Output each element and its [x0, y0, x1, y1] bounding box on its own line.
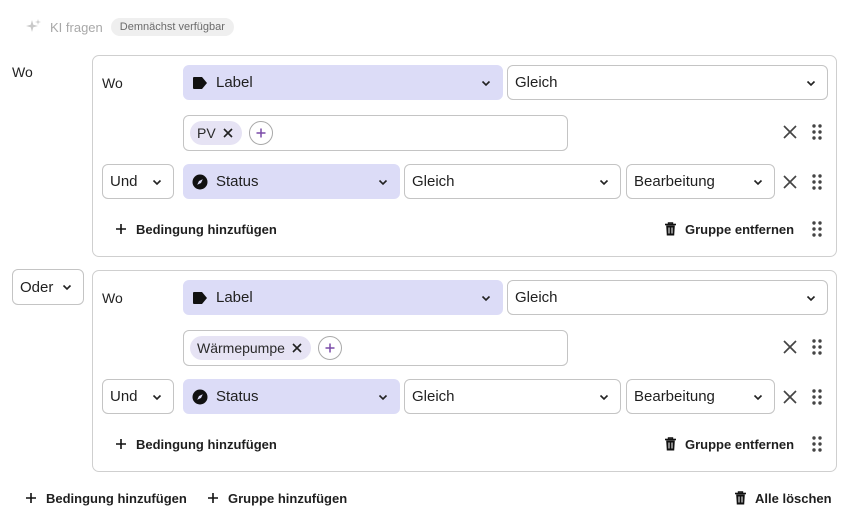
chevron-down-icon: [480, 77, 492, 89]
add-condition-button[interactable]: Bedingung hinzufügen: [114, 219, 277, 239]
operator-select[interactable]: Gleich: [507, 65, 828, 100]
drag-handle-icon[interactable]: [811, 220, 823, 238]
root-where-label: Wo: [12, 64, 33, 80]
chevron-down-icon: [598, 176, 610, 188]
drag-handle-icon[interactable]: [811, 338, 823, 356]
plus-icon: [114, 222, 128, 236]
field-select-text: Status: [216, 173, 259, 190]
drag-handle-icon[interactable]: [811, 435, 823, 453]
tag-chip-label: PV: [197, 125, 216, 141]
label-tag-icon: [192, 290, 208, 306]
close-icon[interactable]: [291, 342, 303, 354]
tag-values-input[interactable]: PV: [183, 115, 568, 151]
field-select-label[interactable]: Label: [183, 65, 503, 100]
remove-group-label: Gruppe entfernen: [685, 221, 795, 237]
footer-add-condition-label: Bedingung hinzufügen: [46, 490, 187, 506]
chevron-down-icon: [377, 391, 389, 403]
connector-select[interactable]: Und: [102, 379, 174, 414]
chevron-down-icon: [598, 391, 610, 403]
value-select-text: Bearbeitung: [634, 173, 715, 190]
coming-soon-badge: Demnächst verfügbar: [110, 18, 234, 36]
drag-handle-icon[interactable]: [811, 173, 823, 191]
connector-select-text: Und: [110, 173, 138, 190]
add-condition-button[interactable]: Bedingung hinzufügen: [114, 434, 277, 454]
close-icon[interactable]: [222, 127, 234, 139]
label-tag-icon: [192, 75, 208, 91]
add-group-label: Gruppe hinzufügen: [228, 490, 348, 506]
connector-select-text: Und: [110, 388, 138, 405]
remove-condition-button[interactable]: [781, 173, 799, 191]
group-connector-text: Oder: [20, 278, 54, 296]
sparkle-icon: [24, 18, 42, 36]
group-connector-select[interactable]: Oder: [12, 269, 84, 305]
chevron-down-icon: [151, 391, 163, 403]
remove-condition-button[interactable]: [781, 123, 799, 141]
operator-select[interactable]: Gleich: [507, 280, 828, 315]
remove-group-button[interactable]: Gruppe entfernen: [663, 219, 794, 239]
clear-all-label: Alle löschen: [755, 490, 832, 506]
tag-chip-label: Wärmepumpe: [197, 340, 285, 356]
chevron-down-icon: [377, 176, 389, 188]
operator-select[interactable]: Gleich: [404, 164, 621, 199]
value-select-text: Bearbeitung: [634, 388, 715, 405]
chevron-down-icon: [805, 292, 817, 304]
trash-icon: [733, 491, 747, 505]
chevron-down-icon: [61, 281, 73, 293]
remove-group-button[interactable]: Gruppe entfernen: [663, 434, 794, 454]
plus-icon: [24, 491, 38, 505]
field-select-label[interactable]: Label: [183, 280, 503, 315]
plus-icon: [114, 437, 128, 451]
condition-group-2: Wo Label Gleich Wärmepumpe Und Status Gl…: [92, 270, 837, 472]
tag-values-input[interactable]: Wärmepumpe: [183, 330, 568, 366]
operator-select-text: Gleich: [515, 74, 558, 91]
chevron-down-icon: [480, 292, 492, 304]
field-select-text: Label: [216, 289, 253, 306]
chevron-down-icon: [752, 176, 764, 188]
add-group-button[interactable]: Gruppe hinzufügen: [206, 488, 347, 508]
drag-handle-icon[interactable]: [811, 123, 823, 141]
drag-handle-icon[interactable]: [811, 388, 823, 406]
chevron-down-icon: [151, 176, 163, 188]
operator-select[interactable]: Gleich: [404, 379, 621, 414]
add-condition-label: Bedingung hinzufügen: [136, 436, 277, 452]
plus-icon: [206, 491, 220, 505]
field-select-text: Status: [216, 388, 259, 405]
operator-select-text: Gleich: [412, 173, 455, 190]
value-select[interactable]: Bearbeitung: [626, 164, 775, 199]
where-label: Wo: [102, 290, 123, 306]
connector-select[interactable]: Und: [102, 164, 174, 199]
value-select[interactable]: Bearbeitung: [626, 379, 775, 414]
ai-ask-bar: KI fragen Demnächst verfügbar: [24, 17, 234, 37]
clear-all-button[interactable]: Alle löschen: [733, 488, 832, 508]
trash-icon: [663, 437, 677, 451]
chevron-down-icon: [805, 77, 817, 89]
ai-ask-label: KI fragen: [50, 19, 103, 35]
tag-chip: Wärmepumpe: [190, 336, 311, 360]
condition-group-1: Wo Label Gleich PV Und Status Gleich Bea…: [92, 55, 837, 257]
operator-select-text: Gleich: [412, 388, 455, 405]
tag-chip: PV: [190, 121, 242, 145]
add-tag-button[interactable]: [248, 121, 273, 145]
where-label: Wo: [102, 75, 123, 91]
add-tag-button[interactable]: [317, 336, 342, 360]
footer-add-condition-button[interactable]: Bedingung hinzufügen: [24, 488, 187, 508]
trash-icon: [663, 222, 677, 236]
field-select-status[interactable]: Status: [183, 164, 400, 199]
add-condition-label: Bedingung hinzufügen: [136, 221, 277, 237]
compass-icon: [192, 174, 208, 190]
remove-group-label: Gruppe entfernen: [685, 436, 795, 452]
remove-condition-button[interactable]: [781, 388, 799, 406]
remove-condition-button[interactable]: [781, 338, 799, 356]
operator-select-text: Gleich: [515, 289, 558, 306]
field-select-status[interactable]: Status: [183, 379, 400, 414]
compass-icon: [192, 389, 208, 405]
field-select-text: Label: [216, 74, 253, 91]
chevron-down-icon: [752, 391, 764, 403]
